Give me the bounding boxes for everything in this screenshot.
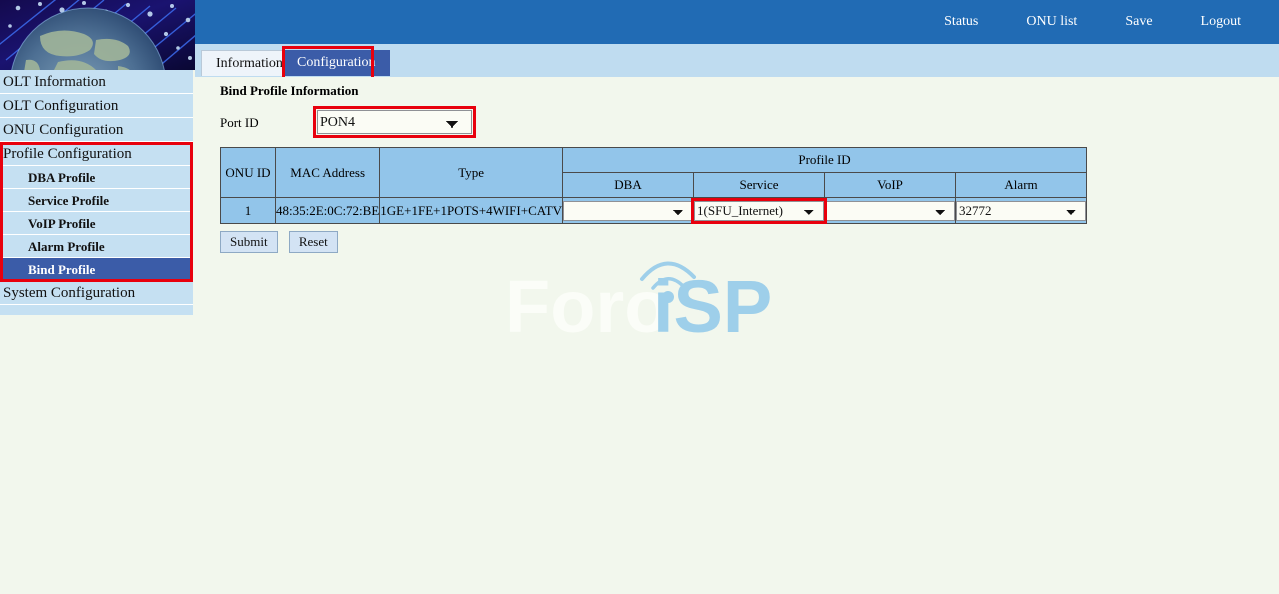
header-type: Type bbox=[380, 148, 563, 198]
cell-dba-select bbox=[563, 198, 694, 224]
sidebar-item-service-profile[interactable]: Service Profile bbox=[0, 189, 193, 212]
table-header-row-top: ONU ID MAC Address Type Profile ID bbox=[221, 148, 1087, 173]
cell-mac-address: 48:35:2E:0C:72:BE bbox=[276, 198, 380, 224]
sidebar-filler bbox=[0, 305, 193, 315]
topnav-save[interactable]: Save bbox=[1101, 0, 1176, 44]
sidebar-item-onu-configuration[interactable]: ONU Configuration bbox=[0, 118, 193, 142]
wifi-arc-icon bbox=[642, 263, 694, 303]
sidebar-navigation: OLT Information OLT Configuration ONU Co… bbox=[0, 70, 193, 315]
sidebar-item-dba-profile[interactable]: DBA Profile bbox=[0, 166, 193, 189]
voip-profile-select[interactable] bbox=[825, 201, 955, 221]
sidebar-item-system-configuration[interactable]: System Configuration bbox=[0, 281, 193, 305]
sidebar-item-alarm-profile[interactable]: Alarm Profile bbox=[0, 235, 193, 258]
main-content: Foro iSP Bind Profile Information Port I… bbox=[195, 77, 1279, 594]
page-title: Bind Profile Information bbox=[220, 83, 358, 99]
sidebar-item-voip-profile[interactable]: VoIP Profile bbox=[0, 212, 193, 235]
topnav-logout[interactable]: Logout bbox=[1177, 0, 1265, 44]
topnav-status[interactable]: Status bbox=[920, 0, 1002, 44]
header-alarm: Alarm bbox=[956, 173, 1087, 198]
header-dba: DBA bbox=[563, 173, 694, 198]
top-bar: Status ONU list Save Logout bbox=[195, 0, 1279, 44]
cell-type: 1GE+1FE+1POTS+4WIFI+CATV bbox=[380, 198, 563, 224]
port-id-label: Port ID bbox=[220, 115, 259, 131]
service-profile-select[interactable]: 1(SFU_Internet) bbox=[694, 201, 824, 221]
top-navigation: Status ONU list Save Logout bbox=[920, 0, 1265, 44]
dba-profile-select[interactable] bbox=[563, 201, 693, 221]
table-row: 1 48:35:2E:0C:72:BE 1GE+1FE+1POTS+4WIFI+… bbox=[221, 198, 1087, 224]
tab-strip: Information Configuration bbox=[195, 44, 1279, 77]
cell-alarm-select: 32772 bbox=[956, 198, 1087, 224]
port-id-select[interactable]: PON4 bbox=[317, 110, 472, 134]
watermark-text-foro: Foro bbox=[505, 265, 669, 348]
service-select-wrapper: 1(SFU_Internet) bbox=[694, 201, 824, 221]
site-banner bbox=[0, 0, 195, 70]
watermark-logo: Foro iSP bbox=[505, 252, 785, 357]
reset-button[interactable]: Reset bbox=[289, 231, 338, 253]
sidebar-item-olt-configuration[interactable]: OLT Configuration bbox=[0, 94, 193, 118]
sidebar-item-bind-profile[interactable]: Bind Profile bbox=[0, 258, 193, 281]
sidebar-item-olt-information[interactable]: OLT Information bbox=[0, 70, 193, 94]
cell-onu-id: 1 bbox=[221, 198, 276, 224]
header-mac-address: MAC Address bbox=[276, 148, 380, 198]
bind-profile-table: ONU ID MAC Address Type Profile ID DBA S… bbox=[220, 147, 1087, 224]
header-onu-id: ONU ID bbox=[221, 148, 276, 198]
submit-button[interactable]: Submit bbox=[220, 231, 278, 253]
form-button-row: Submit Reset bbox=[220, 231, 346, 253]
cell-service-select: 1(SFU_Internet) bbox=[694, 198, 825, 224]
watermark-text-isp: iSP bbox=[653, 265, 772, 348]
foroisp-watermark: Foro iSP bbox=[505, 252, 785, 357]
tab-configuration[interactable]: Configuration bbox=[283, 50, 390, 76]
globe-banner-image bbox=[0, 0, 195, 70]
header-service: Service bbox=[694, 173, 825, 198]
alarm-profile-select[interactable]: 32772 bbox=[956, 201, 1086, 221]
sidebar-item-profile-configuration[interactable]: Profile Configuration bbox=[0, 142, 193, 166]
topnav-onu-list[interactable]: ONU list bbox=[1002, 0, 1101, 44]
cell-voip-select bbox=[825, 198, 956, 224]
header-profile-id-group: Profile ID bbox=[563, 148, 1087, 173]
header-voip: VoIP bbox=[825, 173, 956, 198]
